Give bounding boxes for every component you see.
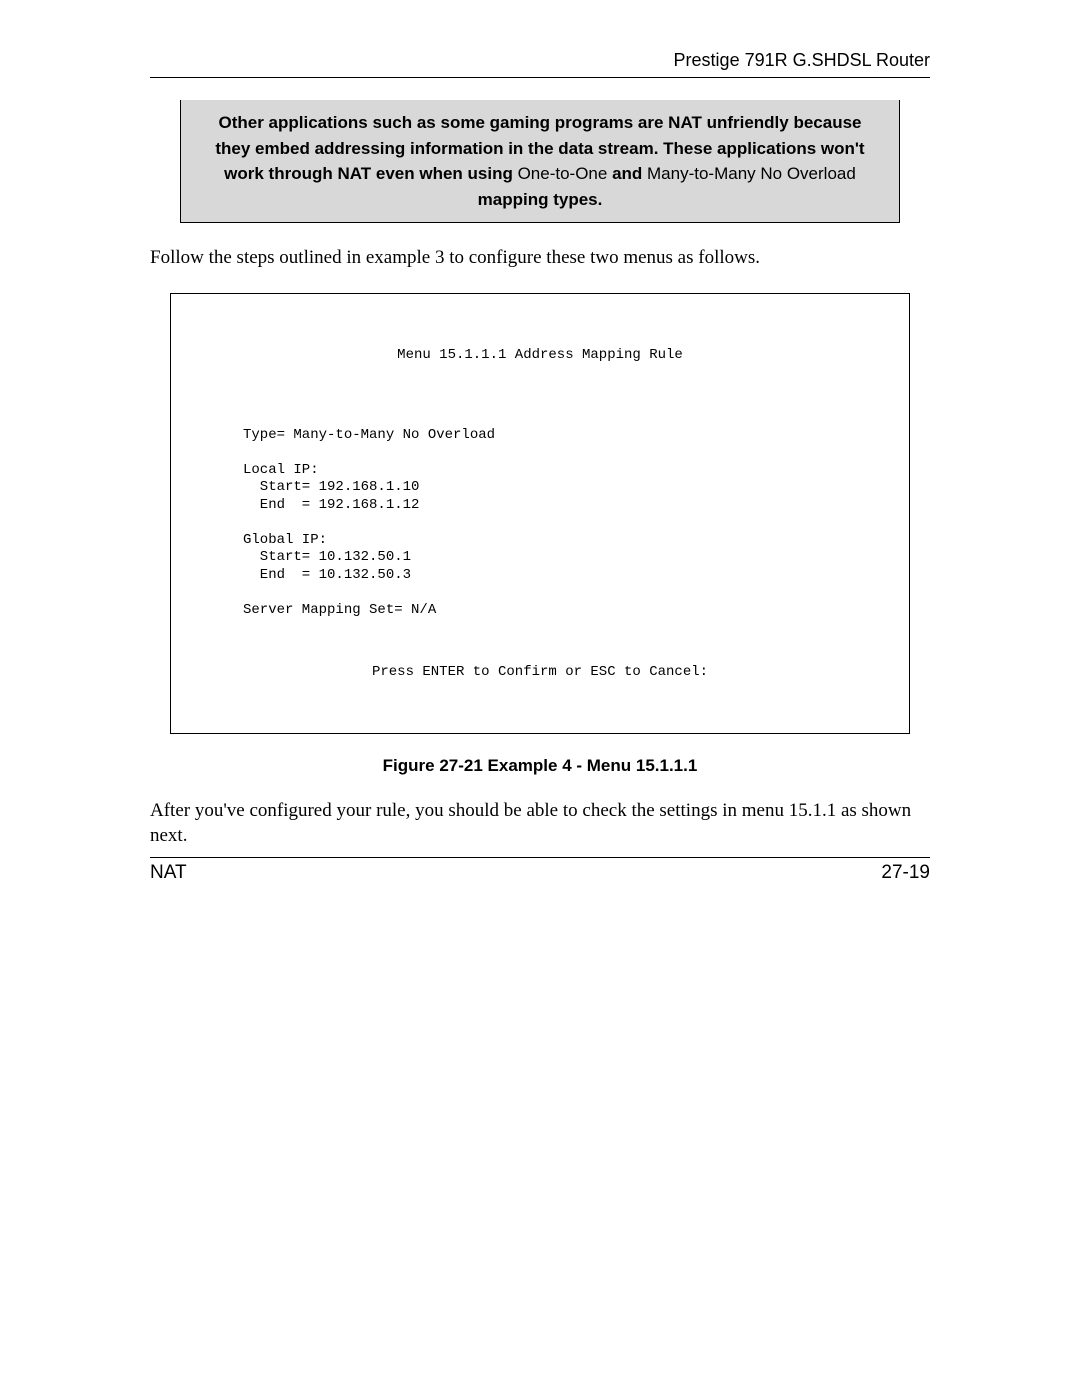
terminal-screenshot: Menu 15.1.1.1 Address Mapping Rule Type=… [170,293,910,734]
callout-box: Other applications such as some gaming p… [180,100,900,223]
terminal-global-end: End = 10.132.50.3 [243,567,411,583]
terminal-local-end: End = 192.168.1.12 [243,497,419,513]
page-footer: NAT 27-19 [150,857,930,884]
page-header-title: Prestige 791R G.SHDSL Router [150,50,930,71]
terminal-local-label: Local IP: [243,462,319,478]
terminal-server-line: Server Mapping Set= N/A [243,602,436,618]
terminal-title: Menu 15.1.1.1 Address Mapping Rule [183,347,897,365]
terminal-type-line: Type= Many-to-Many No Overload [243,427,495,443]
footer-right: 27-19 [881,862,930,884]
footer-rule [150,857,930,858]
terminal-global-label: Global IP: [243,532,327,548]
terminal-global-start: Start= 10.132.50.1 [243,549,411,565]
body-paragraph-2: After you've configured your rule, you s… [150,798,930,849]
callout-bold-end: mapping types. [478,190,603,209]
callout-term-2: Many-to-Many No Overload [647,164,856,183]
callout-term-1: One-to-One [518,164,608,183]
header-rule [150,77,930,78]
body-paragraph-1: Follow the steps outlined in example 3 t… [150,245,930,271]
figure-caption: Figure 27-21 Example 4 - Menu 15.1.1.1 [150,756,930,776]
footer-left: NAT [150,862,187,884]
callout-bold-mid: and [607,164,647,183]
terminal-local-start: Start= 192.168.1.10 [243,479,419,495]
terminal-footer: Press ENTER to Confirm or ESC to Cancel: [183,664,897,682]
